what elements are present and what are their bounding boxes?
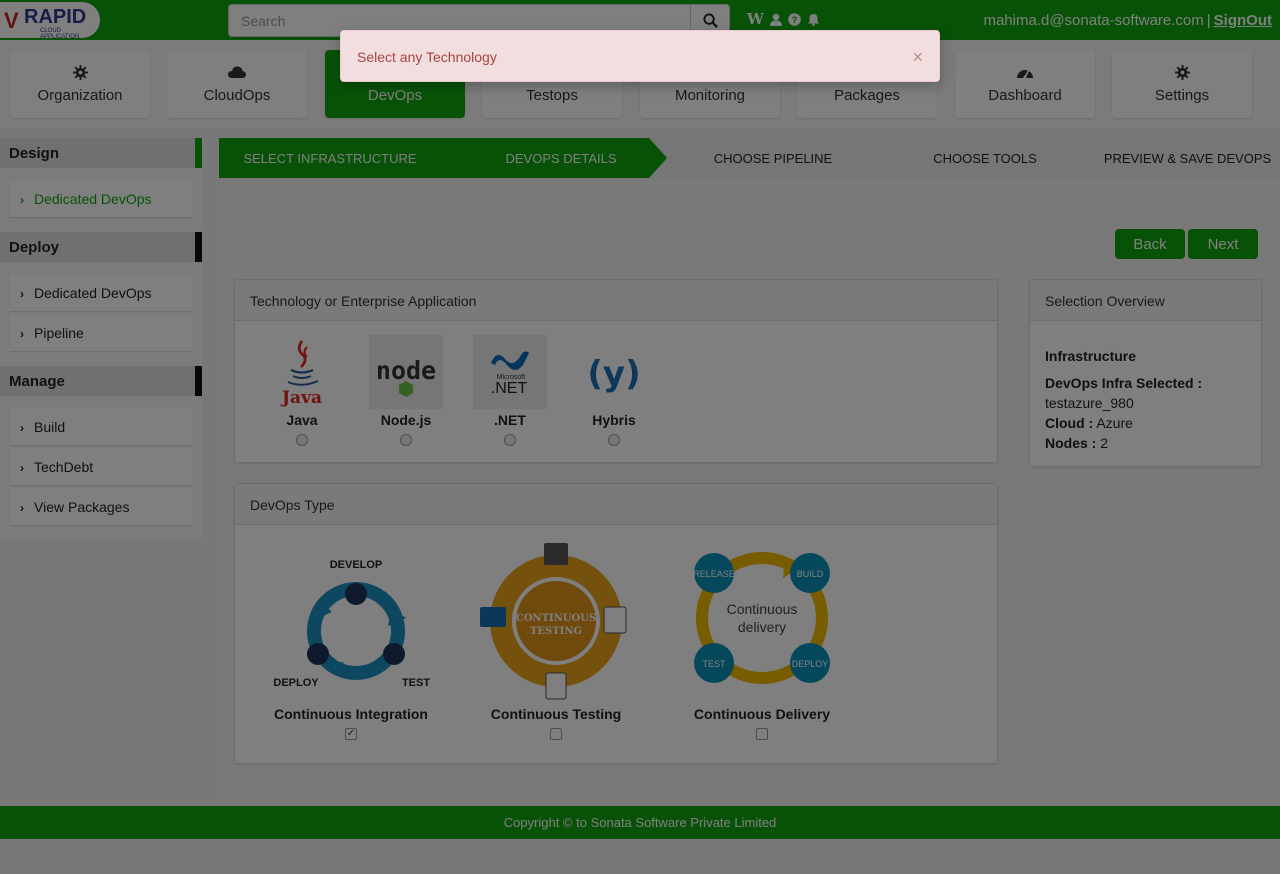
modal-overlay[interactable] bbox=[0, 0, 1280, 874]
alert-message: Select any Technology bbox=[357, 49, 497, 65]
close-icon[interactable]: × bbox=[912, 48, 923, 66]
alert-toast: Select any Technology × bbox=[340, 30, 940, 82]
